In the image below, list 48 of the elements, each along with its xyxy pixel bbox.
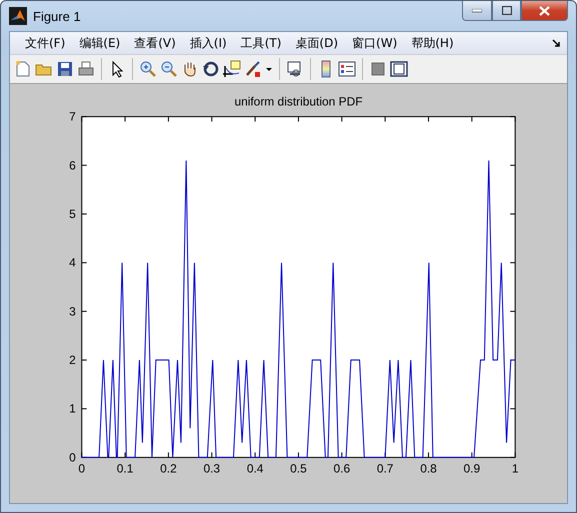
x-tick-label: 0.3 xyxy=(203,461,220,476)
x-tick-label: 0.5 xyxy=(290,461,307,476)
y-tick-label: 2 xyxy=(69,353,76,368)
y-tick-label: 6 xyxy=(69,158,76,172)
y-tick-label: 5 xyxy=(69,206,76,221)
menu-item[interactable]: 工具(T) xyxy=(234,32,288,54)
y-tick-label: 7 xyxy=(69,110,76,124)
zoom-in-icon[interactable] xyxy=(139,60,157,78)
x-tick-label: 0.2 xyxy=(160,461,177,476)
zoom-out-icon[interactable] xyxy=(160,60,178,78)
chart-title: uniform distribution PDF xyxy=(234,94,362,109)
maximize-button[interactable] xyxy=(492,1,521,21)
menu-item[interactable]: 帮助(H) xyxy=(404,32,461,54)
x-tick-label: 0.7 xyxy=(376,461,394,476)
x-tick-label: 0.4 xyxy=(246,461,264,476)
app-logo-icon xyxy=(9,7,27,25)
menu-item[interactable]: 文件(F) xyxy=(18,32,72,54)
dock-arrow-icon[interactable] xyxy=(552,38,561,48)
hide-tools-icon[interactable] xyxy=(369,60,387,78)
printer-icon[interactable] xyxy=(77,60,95,78)
menu-item[interactable]: 查看(V) xyxy=(127,32,183,54)
close-button[interactable] xyxy=(521,1,568,21)
save-icon[interactable] xyxy=(56,60,74,78)
brush-icon[interactable] xyxy=(244,60,262,78)
x-tick-label: 0.9 xyxy=(464,461,480,476)
menu-item[interactable]: 插入(I) xyxy=(182,32,234,54)
rotate-icon[interactable] xyxy=(202,60,220,78)
show-tools-icon[interactable] xyxy=(390,60,408,78)
y-tick-label: 0 xyxy=(69,450,76,464)
y-tick-label: 1 xyxy=(69,402,76,416)
new-file-icon[interactable] xyxy=(14,60,32,78)
menu-item[interactable]: 窗口(W) xyxy=(345,32,404,54)
y-tick-label: 3 xyxy=(69,304,76,318)
data-cursor-icon[interactable] xyxy=(223,60,241,78)
x-tick-label: 0.1 xyxy=(116,461,134,476)
minimize-icon xyxy=(472,8,482,12)
x-tick-label: 0.6 xyxy=(334,461,350,476)
y-tick-label: 4 xyxy=(69,256,76,270)
x-tick-label: 0 xyxy=(78,461,86,476)
window-title: Figure 1 xyxy=(33,8,82,24)
menu-item[interactable]: 桌面(D) xyxy=(288,32,346,54)
close-icon xyxy=(539,6,550,16)
x-tick-label: 1 xyxy=(512,461,518,476)
minimize-button[interactable] xyxy=(462,1,492,21)
x-tick-label: 0.8 xyxy=(420,461,437,476)
legend-icon[interactable] xyxy=(338,60,356,78)
maximize-icon xyxy=(502,6,512,15)
menu-item[interactable]: 编辑(E) xyxy=(72,32,128,54)
